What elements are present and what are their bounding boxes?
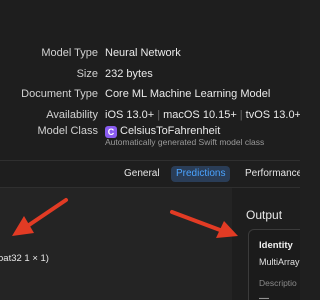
input-panel — [0, 188, 232, 300]
document-type-label: Document Type — [21, 88, 98, 100]
tab-general[interactable]: General — [119, 166, 165, 182]
size-label: Size — [76, 68, 98, 80]
availability-label: Availability — [46, 109, 98, 121]
model-class-label: Model Class — [37, 125, 98, 137]
size-row: Size 232 bytes — [0, 66, 300, 82]
model-type-value: Neural Network — [105, 47, 181, 59]
input-type-text: oat32 1 × 1) — [0, 253, 49, 264]
output-card: Identity MultiArray Descriptio — — [248, 229, 300, 300]
availability-tvos: tvOS 13.0+ — [245, 109, 300, 121]
tab-bar: General Predictions Performance — [0, 163, 300, 185]
divider — [0, 160, 300, 161]
document-type-row: Document Type Core ML Machine Learning M… — [0, 86, 300, 102]
tab-performance[interactable]: Performance — [240, 166, 300, 182]
availability-macos: macOS 10.15+ — [163, 109, 237, 121]
model-predictions-screen: Model Type Neural Network Size 232 bytes… — [0, 0, 300, 300]
output-title: Output — [246, 208, 283, 222]
model-class-subtitle: Automatically generated Swift model clas… — [105, 137, 265, 147]
model-type-row: Model Type Neural Network — [0, 45, 300, 61]
availability-value: iOS 13.0+ | macOS 10.15+ | tvOS 13.0+ — [105, 107, 300, 123]
model-class-name[interactable]: CelsiusToFahrenheit — [120, 125, 220, 137]
availability-ios: iOS 13.0+ — [105, 109, 155, 121]
output-description-label: Descriptio — [259, 278, 297, 288]
output-name: Identity — [259, 240, 293, 251]
model-type-label: Model Type — [41, 47, 98, 59]
output-type: MultiArray — [259, 257, 300, 267]
output-description-value: — — [259, 293, 269, 300]
size-value: 232 bytes — [105, 68, 153, 80]
availability-row: Availability iOS 13.0+ | macOS 10.15+ | tvOS… — [0, 107, 300, 123]
document-type-value: Core ML Machine Learning Model — [105, 88, 271, 100]
availability-separator: | — [239, 109, 243, 121]
availability-separator: | — [157, 109, 161, 121]
tab-predictions[interactable]: Predictions — [171, 166, 231, 182]
